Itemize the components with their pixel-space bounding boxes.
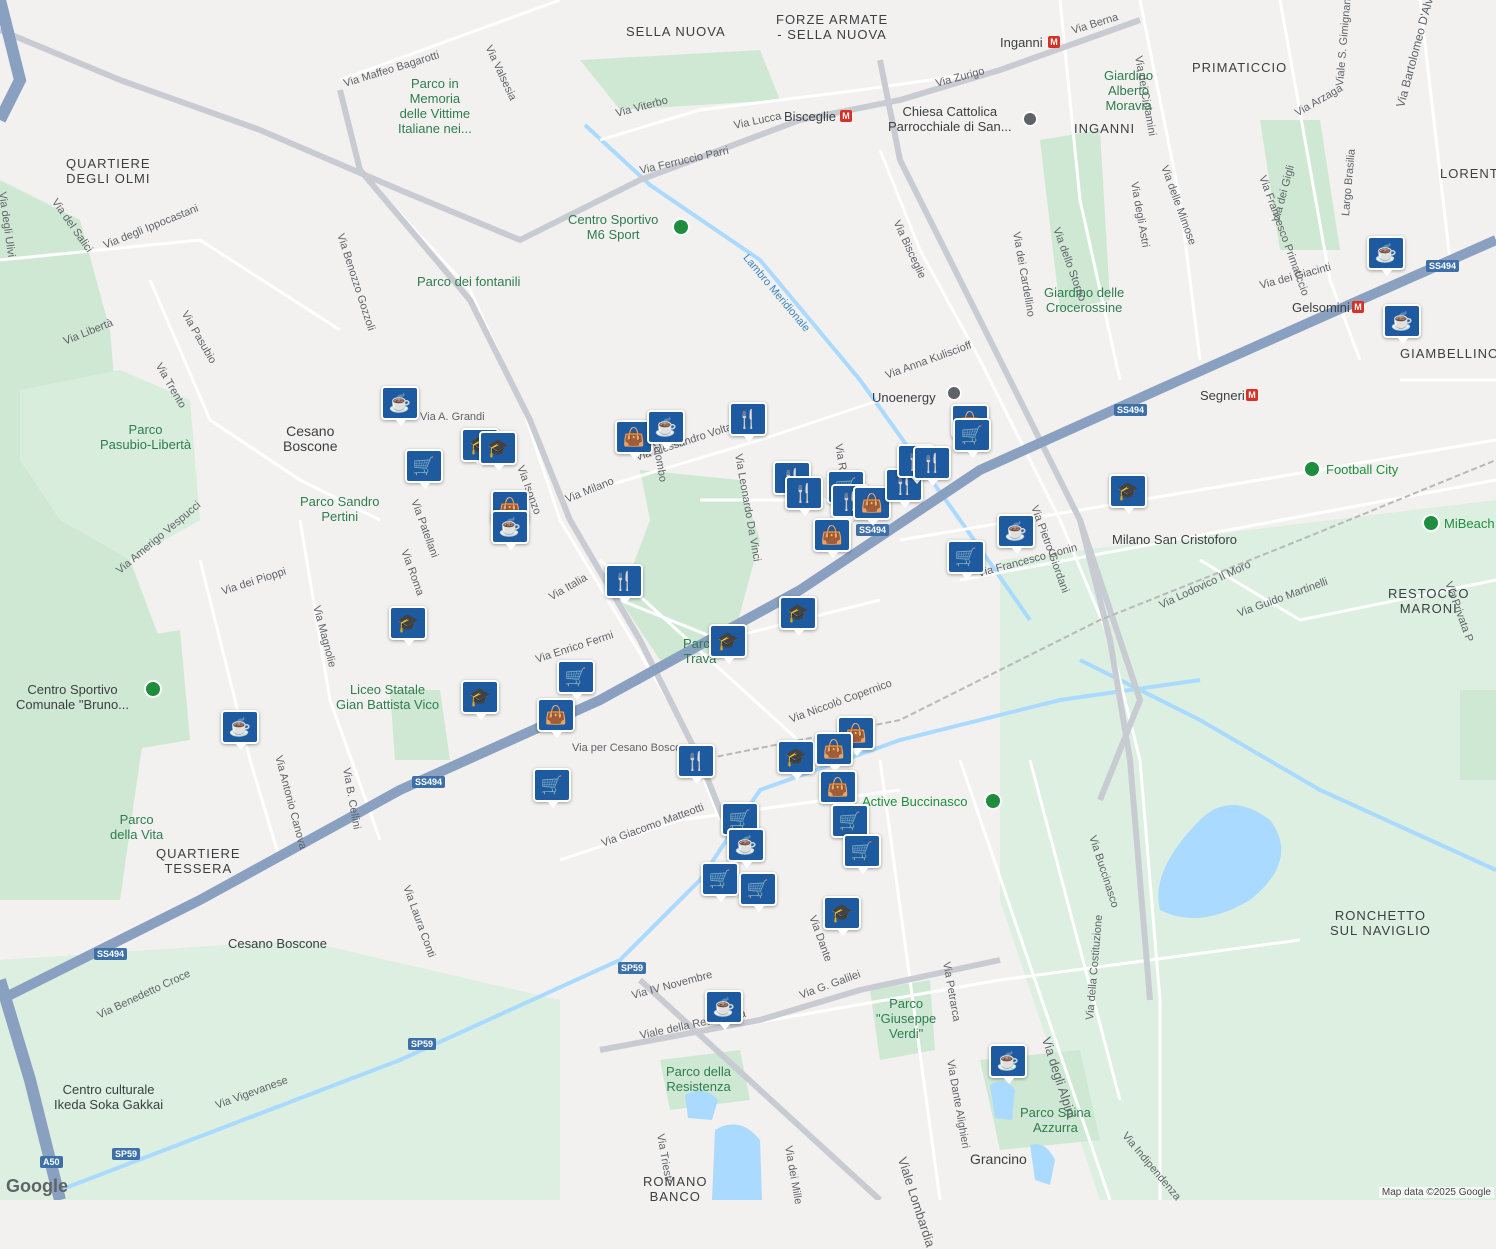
town-label: Grancino [970, 1151, 1027, 1167]
metro-station-label[interactable]: Bisceglie [784, 109, 836, 124]
poi-label[interactable]: Chiesa Cattolica Parrocchiale di San... [888, 104, 1012, 134]
road-shield: SP59 [618, 962, 647, 974]
metro-station-label[interactable]: Gelsomini [1292, 300, 1350, 315]
park-label: Parco "Giuseppe Verdi" [876, 996, 937, 1041]
shopping-cart-icon[interactable]: 🛒 [843, 834, 881, 874]
road-shield: SS494 [1114, 404, 1148, 416]
sports-icon [672, 218, 690, 236]
district-label: FORZE ARMATE - SELLA NUOVA [776, 12, 889, 42]
cafe-icon[interactable]: ☕ [727, 828, 765, 868]
district-label: SELLA NUOVA [626, 24, 726, 39]
poi-label[interactable]: Unoenergy [872, 390, 936, 405]
poi-label[interactable]: Liceo Statale Gian Battista Vico [336, 682, 439, 712]
cafe-icon[interactable]: ☕ [491, 510, 529, 550]
shopping-cart-icon[interactable]: 🛒 [831, 804, 869, 844]
station-label[interactable]: Milano San Cristoforo [1112, 532, 1237, 547]
google-logo: Google [6, 1176, 68, 1196]
park-label: Parco Sandro Pertini [300, 494, 380, 524]
map-attribution[interactable]: Map data ©2025 Google [1378, 1187, 1494, 1198]
poi-label[interactable]: Centro Sportivo Comunale "Bruno... [16, 682, 129, 712]
poi-label[interactable]: Centro culturale Ikeda Soka Gakkai [54, 1082, 163, 1112]
restaurant-icon[interactable]: 🍴 [785, 476, 823, 516]
district-label: RONCHETTO SUL NAVIGLIO [1330, 908, 1431, 938]
district-label: LORENT [1440, 166, 1496, 181]
restaurant-icon[interactable]: 🍴 [729, 402, 767, 442]
restaurant-icon[interactable]: 🍴 [677, 744, 715, 784]
church-icon [1022, 111, 1038, 127]
road-shield: SS494 [94, 948, 128, 960]
restaurant-icon[interactable]: 🍴 [605, 564, 643, 604]
cafe-icon[interactable]: ☕ [989, 1044, 1027, 1084]
shopping-bag-icon[interactable]: 👜 [819, 770, 857, 810]
road-shield: SS494 [412, 776, 446, 788]
metro-station-label[interactable]: Segneri [1200, 388, 1245, 403]
station-label[interactable]: Cesano Boscone [228, 936, 327, 951]
school-icon[interactable]: 🎓 [777, 740, 815, 780]
street-label: Via A. Grandi [420, 411, 485, 423]
restaurant-icon[interactable]: 🍴 [913, 446, 951, 486]
cafe-icon[interactable]: ☕ [1367, 236, 1405, 276]
cafe-icon[interactable]: ☕ [1383, 304, 1421, 344]
road-shield: SS494 [1426, 260, 1460, 272]
sports-icon [1422, 514, 1440, 532]
park-label: Parco della Resistenza [666, 1064, 732, 1094]
district-label: QUARTIERE TESSERA [156, 846, 241, 876]
shopping-bag-icon[interactable]: 👜 [813, 518, 851, 558]
shopping-cart-icon[interactable]: 🛒 [557, 660, 595, 700]
road-shield: SP59 [408, 1038, 437, 1050]
shopping-cart-icon[interactable]: 🛒 [953, 418, 991, 458]
poi-label[interactable]: Centro Sportivo M6 Sport [568, 212, 658, 242]
school-icon[interactable]: 🎓 [461, 680, 499, 720]
poi-label[interactable]: Active Buccinasco [862, 794, 968, 809]
park-label: Parco della Vita [110, 812, 164, 842]
metro-icon: M [1048, 36, 1060, 48]
building-icon [946, 385, 962, 401]
cafe-icon[interactable]: ☕ [997, 514, 1035, 554]
school-icon[interactable]: 🎓 [823, 896, 861, 936]
district-label: INGANNI [1074, 121, 1136, 136]
metro-icon: M [1246, 389, 1258, 401]
shopping-cart-icon[interactable]: 🛒 [739, 872, 777, 912]
metro-icon: M [840, 110, 852, 122]
park-label: Parco Spina Azzurra [1020, 1105, 1091, 1135]
school-icon[interactable]: 🎓 [779, 596, 817, 636]
poi-label[interactable]: Football City [1326, 462, 1398, 477]
metro-station-label[interactable]: Inganni [1000, 35, 1043, 50]
poi-label[interactable]: MiBeach [1444, 516, 1495, 531]
road-shield: A50 [40, 1156, 63, 1168]
town-label: Cesano Boscone [283, 423, 338, 454]
sports-icon [1303, 460, 1321, 478]
shopping-cart-icon[interactable]: 🛒 [701, 862, 739, 902]
cafe-icon[interactable]: ☕ [221, 710, 259, 750]
park-label: Parco dei fontanili [417, 274, 521, 289]
cafe-icon[interactable]: ☕ [705, 990, 743, 1030]
district-label: PRIMATICCIO [1192, 60, 1288, 75]
school-icon[interactable]: 🎓 [1109, 474, 1147, 514]
street-label: Via per Cesano Boscone [572, 742, 694, 754]
school-icon[interactable]: 🎓 [389, 606, 427, 646]
shopping-cart-icon[interactable]: 🛒 [405, 449, 443, 489]
shopping-bag-icon[interactable]: 👜 [815, 732, 853, 772]
park-label: Parco Pasubio-Libertà [100, 422, 192, 452]
district-label: GIAMBELLINO [1400, 346, 1496, 361]
shopping-bag-icon[interactable]: 👜 [537, 698, 575, 738]
district-label: QUARTIERE DEGLI OLMI [66, 156, 151, 186]
shopping-cart-icon[interactable]: 🛒 [947, 540, 985, 580]
cafe-icon[interactable]: ☕ [381, 386, 419, 426]
road-shield: SP59 [112, 1148, 141, 1160]
sports-icon [984, 792, 1002, 810]
shopping-cart-icon[interactable]: 🛒 [533, 768, 571, 808]
metro-icon: M [1352, 301, 1364, 313]
cafe-icon[interactable]: ☕ [647, 410, 685, 450]
school-icon[interactable]: 🎓 [479, 431, 517, 471]
school-icon[interactable]: 🎓 [709, 624, 747, 664]
park-label: Parco in Memoria delle Vittime Italiane … [398, 76, 472, 136]
sports-icon [144, 680, 162, 698]
